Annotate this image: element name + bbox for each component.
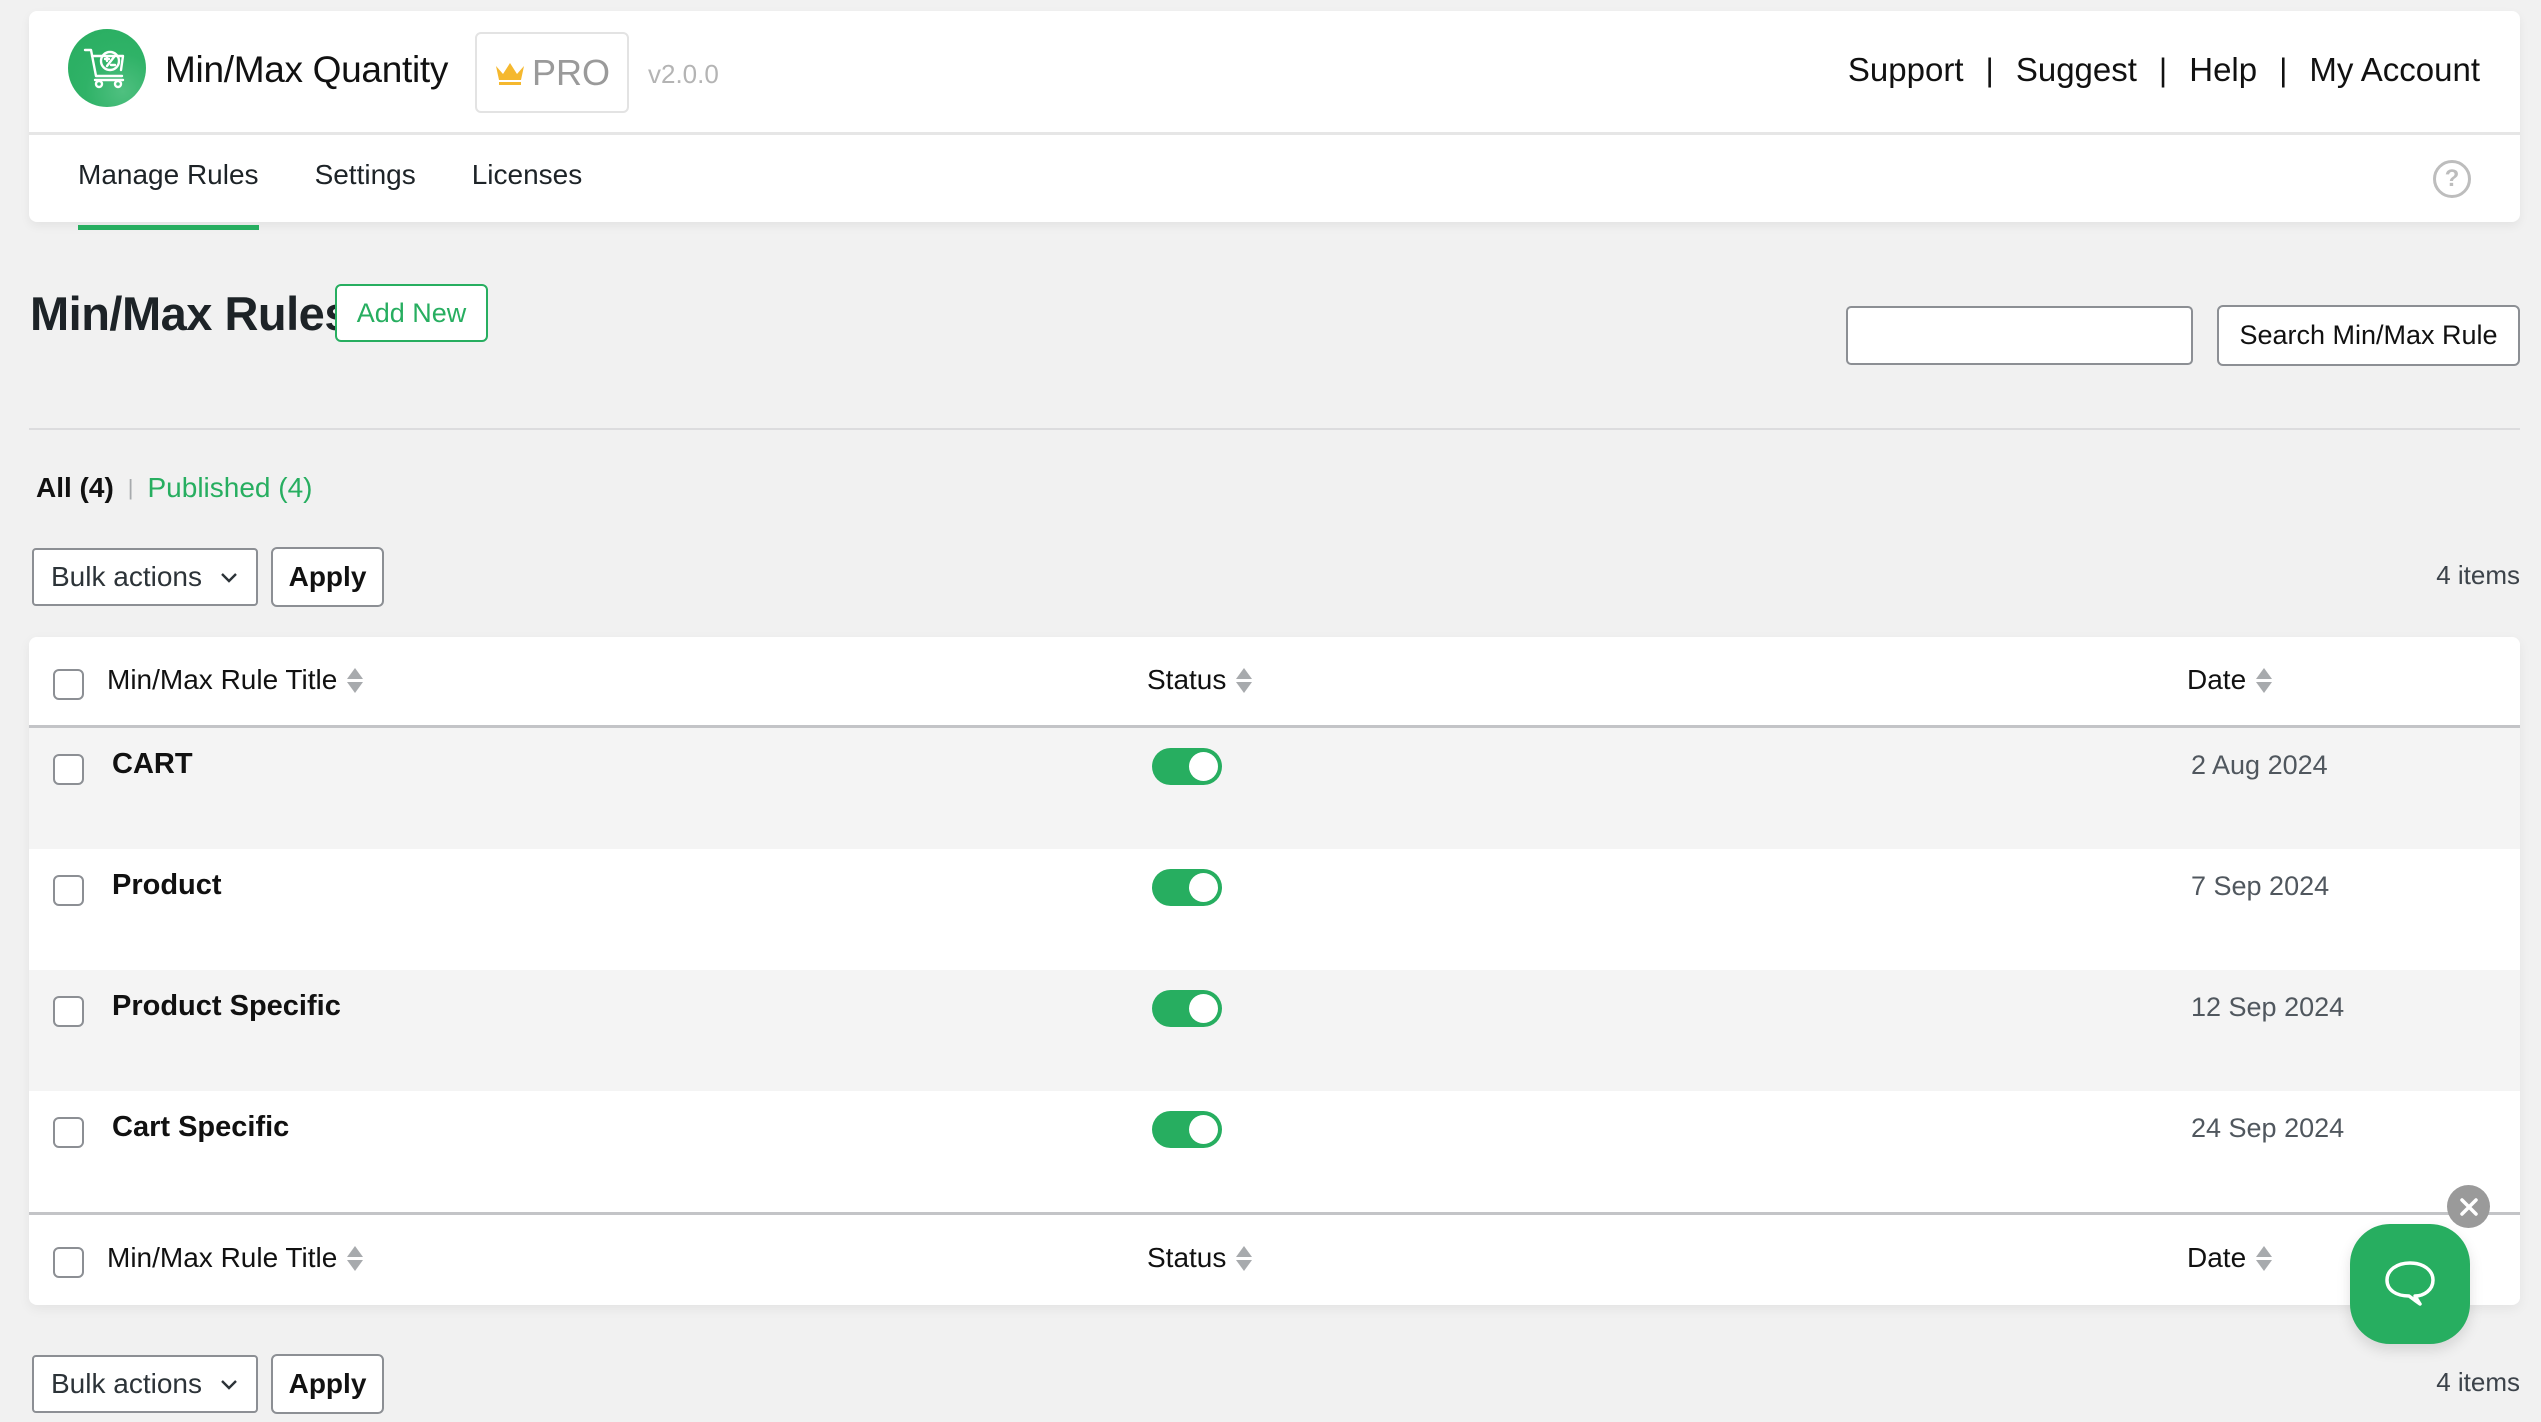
rule-date: 12 Sep 2024 [2191, 992, 2345, 1022]
rule-date: 24 Sep 2024 [2191, 1113, 2345, 1143]
rules-table: Min/Max Rule Title Status Date CART 2 Au… [29, 637, 2520, 1305]
rule-title-link[interactable]: Cart Specific [112, 1111, 289, 1144]
column-title-footer[interactable]: Min/Max Rule Title [107, 1242, 364, 1274]
row-checkbox[interactable] [53, 754, 84, 785]
column-title-label: Min/Max Rule Title [107, 664, 338, 695]
items-count-bottom: 4 items [2436, 1367, 2520, 1397]
rule-title-link[interactable]: Product Specific [112, 990, 341, 1023]
rule-title-link[interactable]: Product [112, 869, 222, 902]
search-input[interactable] [1846, 306, 2193, 365]
tab-settings[interactable]: Settings [315, 159, 416, 213]
column-date-label: Date [2187, 1242, 2247, 1273]
chat-launcher-button[interactable] [2350, 1224, 2470, 1344]
link-separator: | [2279, 51, 2288, 88]
sort-arrows-icon[interactable] [2256, 1245, 2273, 1271]
chat-bubble-icon [2385, 1261, 2435, 1306]
table-row: CART 2 Aug 2024 [29, 728, 2520, 849]
support-link[interactable]: Support [1848, 51, 1964, 89]
cart-plus-minus-icon [68, 29, 146, 107]
apply-button-bottom[interactable]: Apply [271, 1354, 384, 1414]
add-new-button[interactable]: Add New [335, 284, 488, 342]
search-button[interactable]: Search Min/Max Rule [2217, 305, 2520, 366]
pro-badge[interactable]: PRO [475, 32, 629, 113]
status-toggle[interactable] [1152, 1111, 1222, 1148]
table-header: Min/Max Rule Title Status Date [29, 637, 2520, 728]
select-all-checkbox[interactable] [53, 669, 84, 700]
apply-button-top[interactable]: Apply [271, 547, 384, 607]
row-checkbox[interactable] [53, 996, 84, 1027]
bulk-actions-label: Bulk actions [51, 561, 202, 592]
close-icon[interactable] [2447, 1185, 2490, 1228]
column-date-header[interactable]: Date [2187, 664, 2273, 696]
help-link[interactable]: Help [2189, 51, 2257, 89]
link-separator: | [2158, 51, 2168, 88]
sort-arrows-icon[interactable] [1236, 667, 1253, 693]
tab-manage-rules[interactable]: Manage Rules [78, 159, 259, 230]
chevron-down-icon [221, 573, 237, 583]
filter-separator: | [127, 475, 134, 500]
column-title-label: Min/Max Rule Title [107, 1242, 338, 1273]
app-title: Min/Max Quantity [165, 49, 449, 90]
column-status-label: Status [1147, 664, 1227, 695]
column-title-header[interactable]: Min/Max Rule Title [107, 664, 364, 696]
table-footer: Min/Max Rule Title Status Date [29, 1212, 2520, 1303]
nav-tabs: Manage Rules Settings Licenses [78, 159, 583, 230]
row-checkbox[interactable] [53, 875, 84, 906]
row-checkbox[interactable] [53, 1117, 84, 1148]
header-links: Support | Suggest | Help | My Account [1848, 51, 2480, 89]
crown-icon [495, 62, 524, 85]
rule-date: 7 Sep 2024 [2191, 871, 2330, 901]
question-circle-icon[interactable]: ? [2433, 160, 2471, 198]
sort-arrows-icon[interactable] [2256, 667, 2273, 693]
bulk-actions-select-bottom[interactable]: Bulk actions [32, 1355, 258, 1413]
status-toggle[interactable] [1152, 748, 1222, 785]
filter-published[interactable]: Published (4) [148, 472, 313, 504]
status-toggle[interactable] [1152, 990, 1222, 1027]
link-separator: | [1985, 51, 1994, 88]
section-divider [29, 428, 2520, 430]
bulk-actions-label: Bulk actions [51, 1368, 202, 1399]
column-status-footer[interactable]: Status [1147, 1242, 1253, 1274]
table-row: Product 7 Sep 2024 [29, 849, 2520, 970]
header-top-bar: Min/Max Quantity PRO v2.0.0 Support | Su… [29, 11, 2520, 135]
filter-all[interactable]: All (4) [36, 472, 114, 504]
rule-title-link[interactable]: CART [112, 748, 193, 781]
sort-arrows-icon[interactable] [347, 667, 364, 693]
pro-label: PRO [531, 51, 610, 93]
column-status-label: Status [1147, 1242, 1227, 1273]
chevron-down-icon [221, 1380, 237, 1390]
column-status-header[interactable]: Status [1147, 664, 1253, 696]
tab-licenses[interactable]: Licenses [472, 159, 583, 213]
sort-arrows-icon[interactable] [1236, 1245, 1253, 1271]
table-row: Product Specific 12 Sep 2024 [29, 970, 2520, 1091]
items-count-top: 4 items [2436, 560, 2520, 590]
my-account-link[interactable]: My Account [2309, 51, 2480, 89]
page-title: Min/Max Rules [30, 287, 350, 340]
status-toggle[interactable] [1152, 869, 1222, 906]
suggest-link[interactable]: Suggest [2016, 51, 2137, 89]
version-label: v2.0.0 [648, 59, 719, 89]
table-row: Cart Specific 24 Sep 2024 [29, 1091, 2520, 1212]
bulk-actions-select-top[interactable]: Bulk actions [32, 548, 258, 606]
status-filters: All (4) | Published (4) [36, 472, 312, 504]
column-date-label: Date [2187, 664, 2247, 695]
sort-arrows-icon[interactable] [347, 1245, 364, 1271]
plugin-header: Min/Max Quantity PRO v2.0.0 Support | Su… [29, 11, 2520, 230]
rule-date: 2 Aug 2024 [2191, 750, 2328, 780]
select-all-checkbox-footer[interactable] [53, 1247, 84, 1278]
column-date-footer[interactable]: Date [2187, 1242, 2273, 1274]
